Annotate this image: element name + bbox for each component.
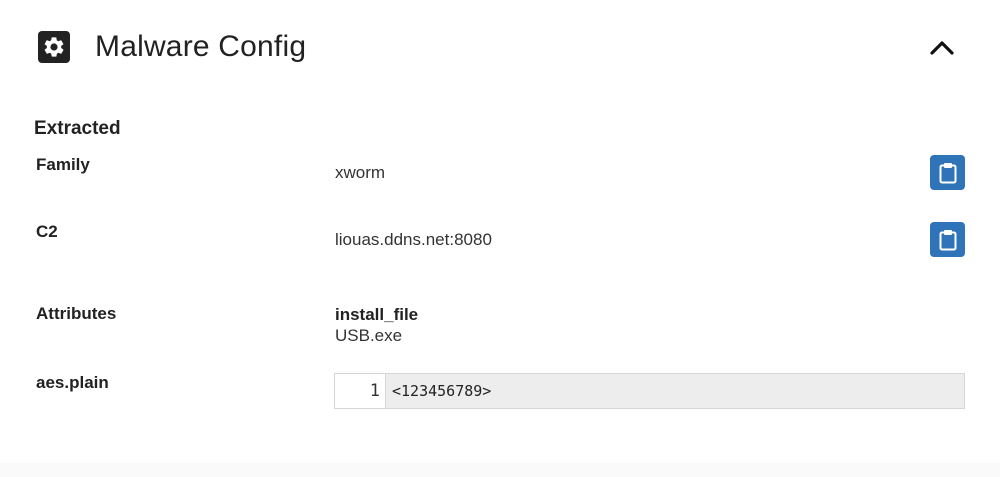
clipboard-icon xyxy=(939,162,956,183)
section-heading-extracted: Extracted xyxy=(34,118,121,139)
field-label-c2: C2 xyxy=(36,222,58,241)
field-value-family: xworm xyxy=(335,163,386,182)
gear-icon xyxy=(38,31,70,63)
code-viewer[interactable]: 1 <123456789> xyxy=(334,373,965,409)
clipboard-icon xyxy=(939,229,956,250)
panel-header: Malware Config xyxy=(0,0,1000,95)
field-label-aes-plain: aes.plain xyxy=(36,373,109,392)
field-label-attributes: Attributes xyxy=(36,304,117,323)
page-title: Malware Config xyxy=(95,30,307,63)
panel-bottom-divider xyxy=(0,463,1000,477)
field-label-family: Family xyxy=(36,155,90,174)
field-value-c2: liouas.ddns.net:8080 xyxy=(335,230,492,249)
attribute-value: USB.exe xyxy=(335,326,403,345)
malware-config-panel: Malware Config Extracted Family xworm C2… xyxy=(0,0,1000,463)
chevron-up-icon xyxy=(930,41,954,55)
copy-c2-button[interactable] xyxy=(930,222,965,257)
copy-family-button[interactable] xyxy=(930,155,965,190)
line-number: 1 xyxy=(335,374,386,408)
collapse-button[interactable] xyxy=(922,30,962,64)
code-line[interactable]: <123456789> xyxy=(386,374,964,408)
attribute-key: install_file xyxy=(335,305,419,324)
